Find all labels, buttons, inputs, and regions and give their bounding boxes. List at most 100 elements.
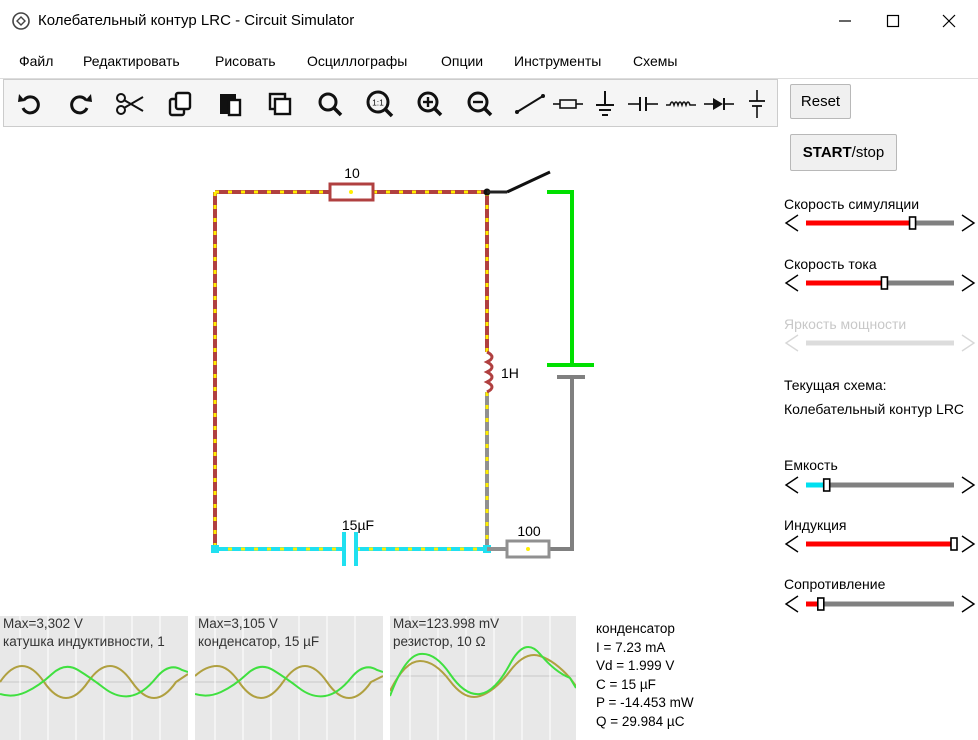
current-dot	[526, 547, 530, 551]
diode-button[interactable]	[701, 86, 737, 122]
inductor-button[interactable]	[663, 86, 699, 122]
duplicate-icon	[268, 92, 292, 116]
title-bar: Колебательный контур LRC - Circuit Simul…	[0, 0, 978, 42]
slider-label: Емкость	[784, 457, 838, 473]
ground-icon	[596, 91, 614, 116]
menu-scopes[interactable]: Осциллографы	[307, 53, 407, 69]
search-button[interactable]	[312, 86, 348, 122]
undo-icon	[18, 94, 40, 115]
slider-thumb	[908, 216, 917, 230]
circuit-title: Текущая схема:	[784, 377, 887, 393]
copy-icon	[168, 91, 192, 117]
scope-max: Max=3,105 V	[198, 616, 278, 631]
start-label: START	[802, 144, 852, 161]
zoom-100-button[interactable]: 1:1	[362, 86, 398, 122]
chevron-right-icon	[961, 274, 976, 292]
menu-tools[interactable]: Инструменты	[514, 53, 601, 69]
zoom-out-button[interactable]	[462, 86, 498, 122]
minimize-icon	[839, 20, 851, 22]
scope-max: Max=123.998 mV	[393, 616, 500, 631]
chevron-left-icon	[784, 476, 799, 494]
sim-speed-slider[interactable]	[782, 213, 978, 233]
reset-button[interactable]: Reset	[790, 84, 851, 119]
resistance-slider[interactable]	[782, 594, 978, 614]
menu-draw[interactable]: Рисовать	[215, 53, 276, 69]
element-info: конденсатор I = 7.23 mA Vd = 1.999 V C =…	[596, 620, 694, 731]
slider-label: Индукция	[784, 517, 847, 533]
scope-trace-green	[390, 645, 576, 697]
inductor[interactable]	[483, 350, 494, 394]
chevron-right-icon	[961, 476, 976, 494]
resistor-top-label: 10	[344, 165, 360, 181]
paste-button[interactable]	[212, 86, 248, 122]
slider-thumb	[880, 276, 889, 290]
paste-icon	[220, 94, 242, 117]
cut-button[interactable]	[112, 86, 148, 122]
close-button[interactable]	[924, 0, 974, 42]
circuit-name: Колебательный контур LRC	[784, 401, 965, 417]
menu-edit[interactable]: Редактировать	[83, 53, 180, 69]
ground-button[interactable]	[587, 86, 623, 122]
switch[interactable]	[506, 170, 551, 194]
slider-label: Скорость симуляции	[784, 196, 920, 212]
minimize-button[interactable]	[820, 0, 870, 42]
inductor-label: 1H	[501, 365, 519, 381]
battery-button[interactable]	[739, 86, 775, 122]
duplicate-button[interactable]	[262, 86, 298, 122]
slider-label: Скорость тока	[784, 256, 877, 272]
capacitor-button[interactable]	[625, 86, 661, 122]
redo-button[interactable]	[62, 86, 98, 122]
wire-button[interactable]	[512, 86, 548, 122]
menu-circuits[interactable]: Схемы	[633, 53, 677, 69]
current-speed-slider[interactable]	[782, 273, 978, 293]
slider-thumb	[822, 478, 831, 492]
maximize-icon	[886, 14, 900, 28]
zoom-in-button[interactable]	[412, 86, 448, 122]
slider-thumb	[816, 597, 825, 611]
scope-resistor[interactable]: Max=123.998 mV резистор, 10 Ω	[390, 616, 576, 740]
node	[211, 545, 219, 553]
scope-name: катушка индуктивности, 1	[3, 634, 165, 649]
chevron-left-icon	[784, 274, 799, 292]
app-icon	[12, 12, 30, 30]
info-line: Q = 29.984 µC	[596, 713, 685, 729]
stop-label: /stop	[851, 144, 885, 161]
wire-gray[interactable]	[549, 377, 574, 551]
info-line: P = -14.453 mW	[596, 695, 694, 710]
menu-options[interactable]: Опции	[441, 53, 483, 69]
start-stop-button[interactable]: START/stop	[790, 134, 897, 171]
chevron-left-icon	[784, 214, 799, 232]
chevron-left-icon	[784, 334, 799, 352]
scope-inductor[interactable]: Max=3,302 V катушка индуктивности, 1	[0, 616, 188, 740]
diode-icon	[704, 98, 734, 110]
battery-icon	[749, 90, 765, 118]
menu-bar: Файл Редактировать Рисовать Осциллографы…	[0, 42, 978, 79]
scope-capacitor[interactable]: Max=3,105 V конденсатор, 15 µF	[195, 616, 383, 740]
info-line: Vd = 1.999 V	[596, 658, 675, 673]
inductance-slider[interactable]	[782, 534, 978, 554]
toolbar: 1:1	[3, 79, 778, 127]
copy-button[interactable]	[162, 86, 198, 122]
capacitor-icon	[628, 97, 658, 111]
window-title: Колебательный контур LRC - Circuit Simul…	[38, 12, 355, 29]
power-brightness-slider	[784, 334, 976, 352]
chevron-right-icon	[961, 214, 976, 232]
search-icon	[318, 92, 343, 117]
close-icon	[942, 14, 956, 28]
info-line: I = 7.23 mA	[596, 639, 666, 655]
capacitance-slider[interactable]	[782, 475, 978, 495]
undo-button[interactable]	[12, 86, 48, 122]
info-line: конденсатор	[596, 621, 675, 636]
info-line: C = 15 µF	[596, 676, 656, 692]
wire-green[interactable]	[547, 190, 574, 365]
resistor-button[interactable]	[550, 86, 586, 122]
zoom-out-icon	[467, 91, 493, 117]
scope-max: Max=3,302 V	[3, 616, 83, 631]
circuit-drawing[interactable]: 10 1H 15µF 100	[0, 128, 782, 616]
menu-file[interactable]: Файл	[19, 53, 53, 69]
chevron-right-icon	[961, 535, 976, 553]
zoom-100-icon: 1:1	[366, 90, 394, 118]
capacitor-label: 15µF	[342, 517, 374, 533]
maximize-button[interactable]	[868, 0, 918, 42]
wire-icon	[515, 94, 545, 114]
